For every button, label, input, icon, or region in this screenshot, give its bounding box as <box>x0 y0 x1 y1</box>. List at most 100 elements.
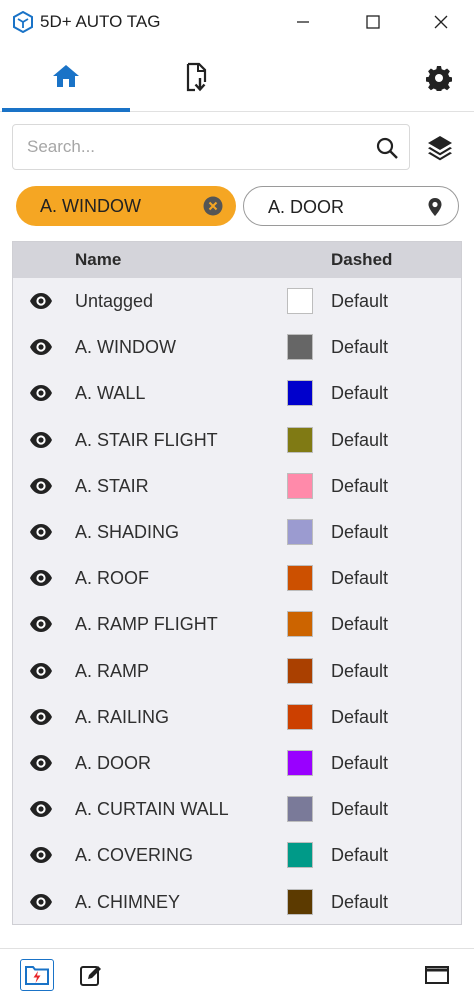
bottom-toolbar <box>0 948 474 1000</box>
table-row[interactable]: A. CURTAIN WALL Default <box>13 786 461 832</box>
color-swatch[interactable] <box>287 519 313 545</box>
table-row[interactable]: A. SHADING Default <box>13 509 461 555</box>
eye-visibility-icon[interactable] <box>29 291 53 311</box>
settings-button[interactable] <box>410 44 468 112</box>
color-swatch[interactable] <box>287 703 313 730</box>
dashed-value[interactable]: Default <box>331 892 388 913</box>
table-row[interactable]: A. CHIMNEY Default <box>13 879 461 925</box>
tag-name: A. DOOR <box>75 753 152 773</box>
table-row[interactable]: A. DOOR Default <box>13 740 461 786</box>
gear-icon <box>426 66 452 91</box>
window-mode-button[interactable] <box>420 959 454 991</box>
dashed-value[interactable]: Default <box>331 522 388 543</box>
eye-visibility-icon[interactable] <box>29 845 53 865</box>
dashed-value[interactable]: Default <box>331 568 388 589</box>
dashed-value[interactable]: Default <box>331 614 388 635</box>
search-input[interactable] <box>27 125 367 169</box>
sketchup-logo-icon <box>12 10 34 34</box>
column-header-dashed[interactable]: Dashed <box>331 250 392 270</box>
edit-icon <box>80 966 101 986</box>
window-title: 5D+ AUTO TAG <box>40 12 161 31</box>
table-row[interactable]: Untagged Default <box>13 278 461 324</box>
table-row[interactable]: A. WINDOW Default <box>13 324 461 370</box>
tag-name: A. CURTAIN WALL <box>75 799 229 820</box>
table-row[interactable]: A. RAILING Default <box>13 694 461 740</box>
color-swatch[interactable] <box>287 611 313 638</box>
dashed-value[interactable]: Default <box>331 845 388 866</box>
table-row[interactable]: A. ROOF Default <box>13 555 461 601</box>
dashed-value[interactable]: Default <box>331 291 388 312</box>
dashed-value[interactable]: Default <box>331 430 388 451</box>
search-box <box>12 124 410 170</box>
close-circle-icon[interactable] <box>202 195 224 217</box>
filter-chip-door[interactable]: A. DOOR <box>243 186 459 226</box>
tab-home[interactable] <box>2 44 130 112</box>
tag-name: A. STAIR FLIGHT <box>75 429 218 450</box>
tag-name: A. RAILING <box>75 706 170 727</box>
tag-name: A. CHIMNEY <box>75 891 181 912</box>
color-swatch[interactable] <box>287 796 313 823</box>
column-header-name[interactable]: Name <box>75 250 121 270</box>
tag-name: A. RAMP FLIGHT <box>75 614 218 635</box>
eye-visibility-icon[interactable] <box>29 892 53 912</box>
color-swatch[interactable] <box>287 657 313 684</box>
eye-visibility-icon[interactable] <box>29 476 53 496</box>
chip-label: A. WINDOW <box>40 196 141 216</box>
location-pin-icon[interactable] <box>424 196 446 218</box>
maximize-icon <box>366 15 380 29</box>
eye-visibility-icon[interactable] <box>29 799 53 819</box>
color-swatch[interactable] <box>287 888 313 915</box>
table-row[interactable]: A. RAMP FLIGHT Default <box>13 601 461 647</box>
table-row[interactable]: A. STAIR Default <box>13 463 461 509</box>
dashed-value[interactable]: Default <box>331 337 388 358</box>
tag-name: A. SHADING <box>75 522 180 542</box>
eye-visibility-icon[interactable] <box>29 707 53 727</box>
eye-visibility-icon[interactable] <box>29 337 53 357</box>
minimize-icon <box>297 21 309 23</box>
color-swatch[interactable] <box>287 334 313 361</box>
tab-import[interactable] <box>132 44 260 112</box>
filter-chip-window[interactable]: A. WINDOW <box>16 186 236 226</box>
layers-button[interactable] <box>424 131 456 163</box>
dashed-value[interactable]: Default <box>331 661 388 682</box>
tag-name: A. RAMP <box>75 660 150 681</box>
dashed-value[interactable]: Default <box>331 707 388 728</box>
color-swatch[interactable] <box>287 288 313 314</box>
table-row[interactable]: A. RAMP Default <box>13 648 461 694</box>
dashed-value[interactable]: Default <box>331 799 388 820</box>
color-swatch[interactable] <box>287 750 313 776</box>
search-icon[interactable] <box>375 136 399 160</box>
tag-name: A. COVERING <box>75 845 194 866</box>
eye-visibility-icon[interactable] <box>29 661 53 681</box>
color-swatch[interactable] <box>287 426 313 453</box>
eye-visibility-icon[interactable] <box>29 430 53 450</box>
auto-tag-button[interactable] <box>20 959 54 991</box>
dashed-value[interactable]: Default <box>331 476 388 497</box>
title-bar: 5D+ AUTO TAG <box>0 0 474 44</box>
import-file-icon <box>186 62 207 92</box>
nav-bar <box>0 44 474 112</box>
eye-visibility-icon[interactable] <box>29 614 53 634</box>
eye-visibility-icon[interactable] <box>29 383 53 403</box>
color-swatch[interactable] <box>287 472 313 499</box>
layers-icon <box>428 136 452 161</box>
chip-label: A. DOOR <box>268 197 345 217</box>
close-button[interactable] <box>418 0 464 44</box>
minimize-button[interactable] <box>280 0 326 44</box>
dashed-value[interactable]: Default <box>331 753 388 774</box>
edit-button[interactable] <box>74 959 108 991</box>
table-row[interactable]: A. STAIR FLIGHT Default <box>13 417 461 463</box>
color-swatch[interactable] <box>287 565 313 592</box>
eye-visibility-icon[interactable] <box>29 522 53 542</box>
maximize-button[interactable] <box>350 0 396 44</box>
lightning-folder-icon <box>25 966 49 985</box>
dashed-value[interactable]: Default <box>331 383 388 404</box>
table-row[interactable]: A. COVERING Default <box>13 832 461 878</box>
table-row[interactable]: A. WALL Default <box>13 370 461 416</box>
close-icon <box>434 15 448 29</box>
window-icon <box>425 966 449 984</box>
eye-visibility-icon[interactable] <box>29 568 53 588</box>
color-swatch[interactable] <box>287 842 313 869</box>
eye-visibility-icon[interactable] <box>29 753 53 773</box>
color-swatch[interactable] <box>287 380 313 407</box>
